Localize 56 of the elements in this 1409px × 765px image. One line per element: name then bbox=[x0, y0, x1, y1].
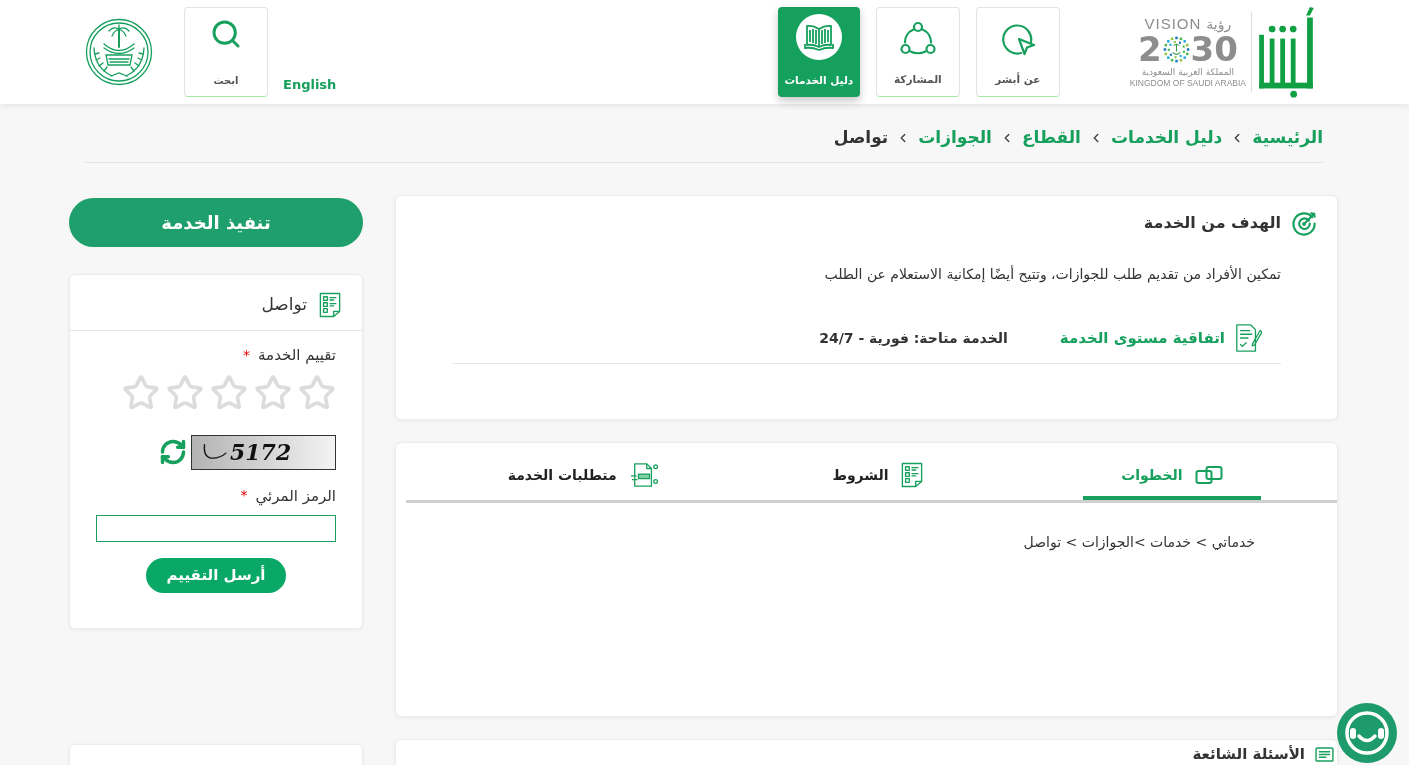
checklist-icon bbox=[900, 462, 923, 488]
tab[interactable]: متطلبات الخدمة bbox=[469, 454, 697, 500]
breadcrumb-current: تواصل bbox=[833, 126, 889, 150]
nav-tile[interactable]: عن أبشر bbox=[975, 7, 1060, 97]
breadcrumb-link[interactable]: دليل الخدمات bbox=[1110, 125, 1223, 151]
star-rating[interactable] bbox=[122, 373, 336, 412]
checklist-icon bbox=[319, 291, 341, 318]
logo-year: 2 bbox=[1137, 32, 1162, 67]
scribble-drawing bbox=[202, 442, 228, 462]
logo-word: VISION bbox=[1144, 16, 1202, 32]
three-nodes-icon bbox=[899, 21, 936, 57]
captcha-text: 5172 bbox=[230, 441, 292, 463]
service-description: تمكين الأفراد من تقديم طلب للجوازات، وتتيح أيضًا إمكانية الاستعلام عن الطلب bbox=[823, 264, 1282, 285]
nav-tile[interactable]: المشاركة bbox=[875, 7, 960, 97]
breadcrumb-link[interactable]: القطاع bbox=[1021, 125, 1081, 151]
refresh-icon[interactable] bbox=[159, 438, 187, 466]
submit-rating-button[interactable]: أرسل التقييم bbox=[146, 558, 286, 593]
execute-service-button[interactable]: تنفيذ الخدمة bbox=[69, 198, 363, 247]
search-icon bbox=[210, 18, 242, 50]
tab[interactable]: الشروط bbox=[794, 454, 961, 500]
linked-rectangles-icon bbox=[1194, 465, 1223, 485]
star-icon[interactable] bbox=[166, 373, 204, 412]
sla-link[interactable]: اتفاقية مستوى الخدمة bbox=[1059, 326, 1225, 350]
card-title: تواصل bbox=[261, 292, 307, 316]
breadcrumb-link[interactable]: الرئيسية bbox=[1252, 125, 1323, 151]
steps-text: خدماتي > خدمات >الجوازات > تواصل bbox=[1022, 533, 1256, 553]
card-title: الأسئلة الشائعة bbox=[1192, 746, 1305, 763]
availability-text: الخدمة متاحة: فورية - 24/7 bbox=[819, 328, 1008, 349]
tab[interactable]: الخطوات bbox=[1083, 454, 1261, 500]
search-button[interactable]: ابحث bbox=[184, 7, 268, 97]
star-icon[interactable] bbox=[298, 373, 336, 412]
field-label: تقييم الخدمة bbox=[258, 345, 336, 366]
logo-country: KINGDOM OF SAUDI ARABIA bbox=[1129, 79, 1246, 88]
chat-button[interactable] bbox=[1337, 703, 1397, 763]
breadcrumb-link[interactable]: الجوازات bbox=[918, 125, 992, 151]
list-icon bbox=[1315, 747, 1334, 762]
document-pen-icon bbox=[1234, 323, 1262, 353]
star-icon[interactable] bbox=[122, 373, 160, 412]
document-gear-icon bbox=[628, 462, 659, 488]
star-icon[interactable] bbox=[210, 373, 248, 412]
logo-country: المملكة العربية السعودية bbox=[1141, 68, 1235, 78]
emblem-logo bbox=[85, 18, 153, 86]
field-label: الرمز المرئي bbox=[255, 485, 336, 507]
card-title: الهدف من الخدمة bbox=[1143, 212, 1281, 234]
nav-tile[interactable]: دليل الخدمات bbox=[777, 7, 860, 97]
language-link[interactable]: English bbox=[283, 74, 337, 94]
dotted-emblem-icon bbox=[1162, 35, 1190, 63]
captcha-input[interactable] bbox=[96, 515, 336, 542]
logo-year: 30 bbox=[1190, 32, 1238, 67]
logo-word: رؤية bbox=[1206, 17, 1232, 32]
required-mark: * bbox=[243, 345, 251, 365]
pointer-circle-icon bbox=[999, 21, 1036, 57]
star-icon[interactable] bbox=[254, 373, 292, 412]
open-book-icon bbox=[795, 14, 842, 60]
target-icon bbox=[1292, 210, 1318, 236]
required-mark: * bbox=[240, 486, 248, 506]
